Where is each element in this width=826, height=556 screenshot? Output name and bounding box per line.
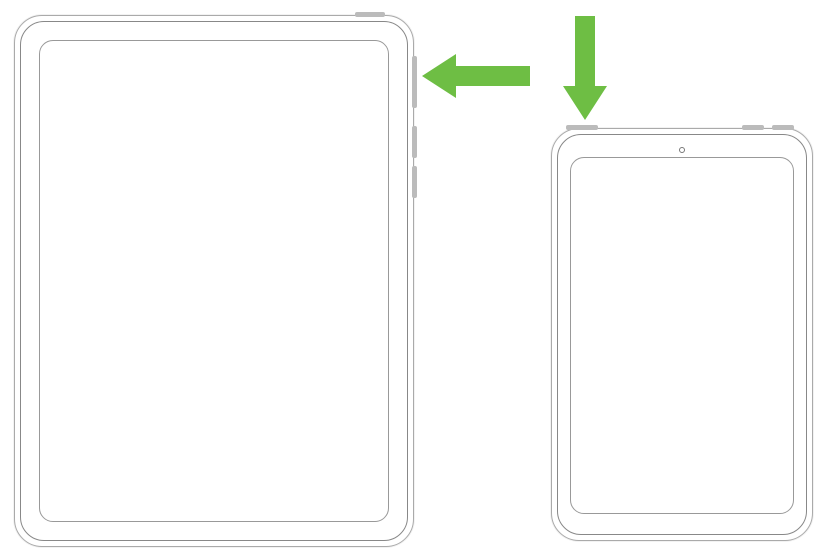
top-button-large <box>355 12 385 17</box>
volume-down-button-large <box>412 166 417 198</box>
volume-down-button-small <box>772 125 794 130</box>
arrow-down-icon <box>555 8 615 128</box>
side-button-large <box>412 56 417 108</box>
front-camera-icon <box>679 147 685 153</box>
volume-up-button-small <box>742 125 764 130</box>
bezel-small <box>557 134 807 535</box>
screen-small <box>570 157 794 514</box>
ipad-small <box>551 128 813 541</box>
screen-large <box>39 40 389 522</box>
ipad-large <box>14 15 414 547</box>
arrow-left-icon <box>422 46 542 106</box>
volume-up-button-large <box>412 126 417 158</box>
bezel-large <box>20 21 408 541</box>
